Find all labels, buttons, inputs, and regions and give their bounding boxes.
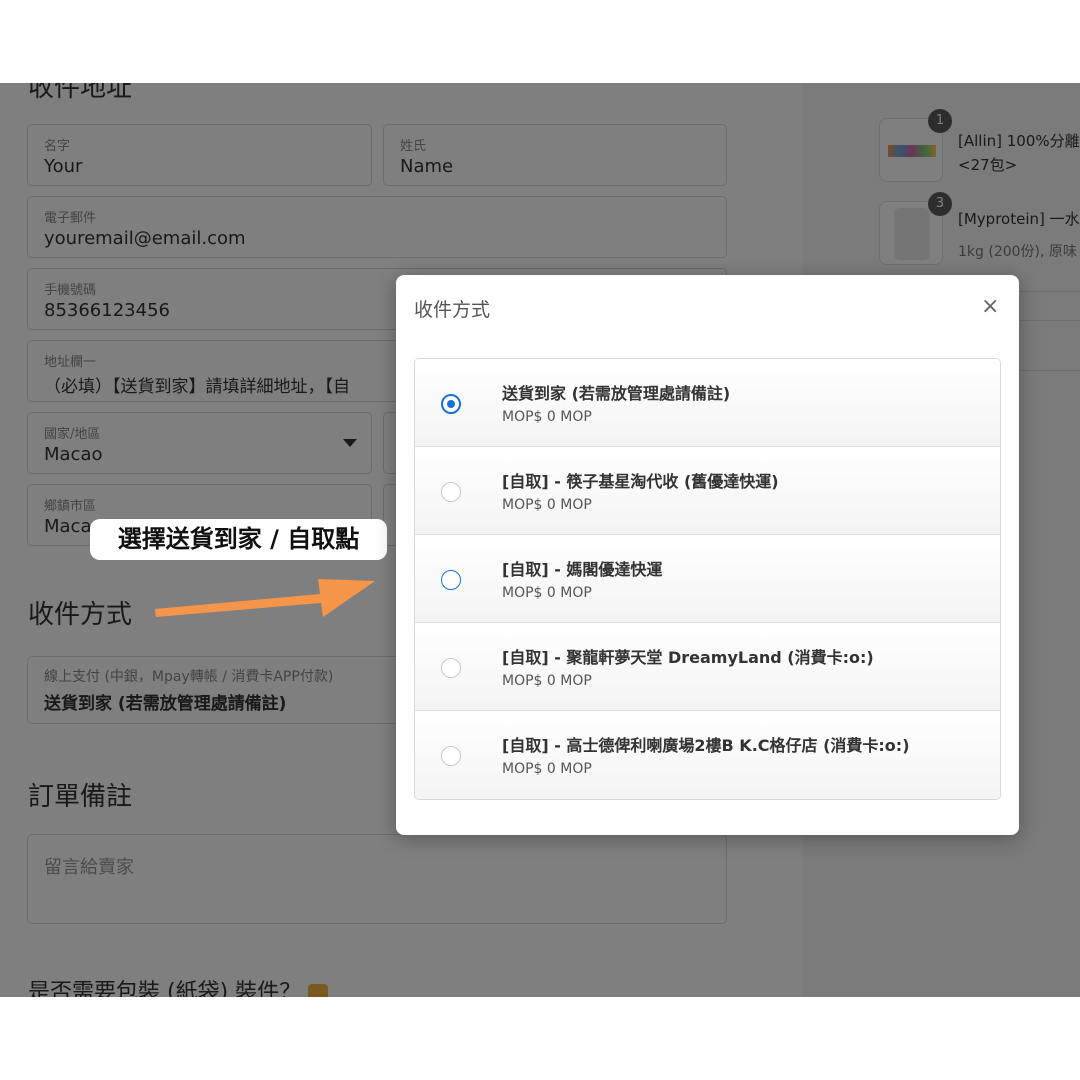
option-name: 送貨到家 (若需放管理處請備註) bbox=[502, 384, 731, 403]
radio-icon[interactable] bbox=[441, 570, 461, 590]
option-price: MOP$ 0 MOP bbox=[502, 761, 592, 777]
checkout-screenshot: 收件地址 名字 Your 姓氏 Name 電子郵件 youremail@emai… bbox=[0, 83, 1080, 997]
shipping-option[interactable]: [自取] - 聚龍軒夢天堂 DreamyLand (消費卡:o:) MOP$ 0… bbox=[415, 623, 1000, 711]
radio-icon[interactable] bbox=[441, 658, 461, 678]
radio-selected-icon[interactable] bbox=[441, 394, 461, 414]
shipping-options-list: 送貨到家 (若需放管理處請備註) MOP$ 0 MOP [自取] - 筷子基星淘… bbox=[414, 358, 1001, 800]
option-price: MOP$ 0 MOP bbox=[502, 497, 592, 513]
option-name: [自取] - 高士德俾利喇廣場2樓B K.C格仔店 (消費卡:o:) bbox=[502, 736, 910, 755]
annotation-arrow-icon bbox=[155, 579, 375, 617]
annotation-callout: 選擇送貨到家 / 自取點 bbox=[90, 519, 387, 560]
shipping-option[interactable]: 送貨到家 (若需放管理處請備註) MOP$ 0 MOP bbox=[415, 359, 1000, 447]
radio-icon[interactable] bbox=[441, 482, 461, 502]
modal-title: 收件方式 bbox=[414, 299, 491, 321]
option-price: MOP$ 0 MOP bbox=[502, 585, 592, 601]
option-name: [自取] - 聚龍軒夢天堂 DreamyLand (消費卡:o:) bbox=[502, 648, 874, 667]
shipping-option[interactable]: [自取] - 媽閣優達快運 MOP$ 0 MOP bbox=[415, 535, 1000, 623]
shipping-option[interactable]: [自取] - 高士德俾利喇廣場2樓B K.C格仔店 (消費卡:o:) MOP$ … bbox=[415, 711, 1000, 799]
option-price: MOP$ 0 MOP bbox=[502, 409, 592, 425]
shipping-option[interactable]: [自取] - 筷子基星淘代收 (舊優達快運) MOP$ 0 MOP bbox=[415, 447, 1000, 535]
close-icon[interactable]: × bbox=[981, 294, 999, 319]
option-price: MOP$ 0 MOP bbox=[502, 673, 592, 689]
option-name: [自取] - 媽閣優達快運 bbox=[502, 560, 663, 579]
option-name: [自取] - 筷子基星淘代收 (舊優達快運) bbox=[502, 472, 779, 491]
shipping-method-modal: 收件方式 × 送貨到家 (若需放管理處請備註) MOP$ 0 MOP [自取] … bbox=[396, 275, 1019, 835]
radio-icon[interactable] bbox=[441, 746, 461, 766]
